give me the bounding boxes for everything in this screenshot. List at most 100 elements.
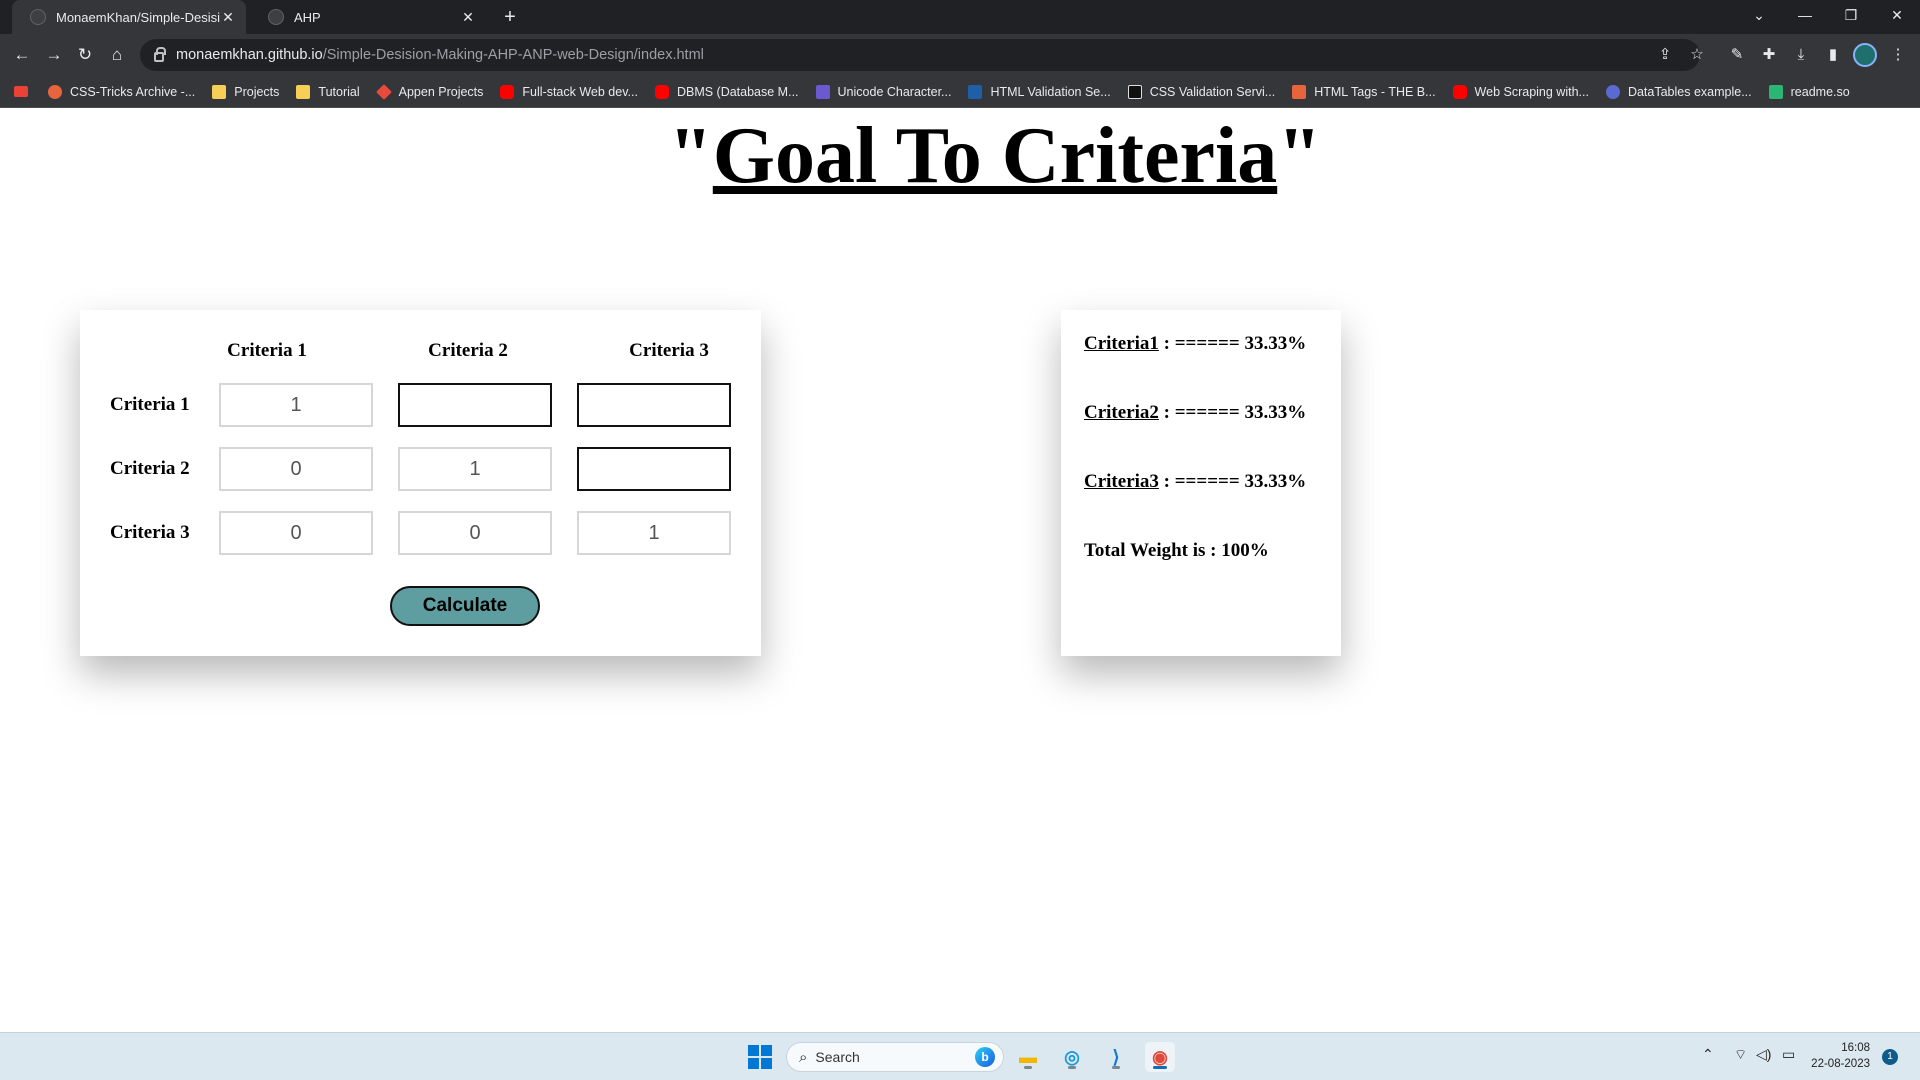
column-header: Criteria 1 (227, 340, 307, 361)
folder-icon (296, 84, 311, 99)
system-clock[interactable]: 16:08 22-08-2023 (1790, 1040, 1870, 1072)
bookmark-item[interactable]: Appen Projects (375, 83, 483, 100)
bookmark-item[interactable]: HTML Tags - THE B... (1292, 84, 1436, 99)
row-header: Criteria 3 (110, 522, 190, 543)
bookmark-icon (1605, 84, 1620, 99)
close-icon[interactable]: ✕ (460, 9, 476, 26)
page-title: "Goal To Criteria" (668, 112, 1322, 200)
matrix-input-1-3[interactable] (577, 383, 731, 427)
menu-icon[interactable]: ⋮ (1886, 43, 1910, 67)
matrix-cell-3-1: 0 (219, 511, 373, 555)
calculate-button[interactable]: Calculate (390, 586, 540, 626)
lock-icon[interactable] (154, 47, 166, 62)
back-icon[interactable]: ← (10, 43, 34, 67)
windows-taskbar: ⌕ Search b ▬ ◎ ⟩ ◉ ⌃ ⌔ ◁) ▭ 16:08 22-08-… (0, 1032, 1920, 1080)
download-icon[interactable]: ⤓ (1789, 43, 1813, 67)
browser-tab-strip: MonaemKhan/Simple-Desision-M ✕ AHP ✕ + ⌄… (0, 0, 1920, 34)
bookmark-icon (815, 84, 830, 99)
bookmark-item[interactable]: Unicode Character... (815, 84, 951, 99)
folder-icon (212, 84, 227, 99)
page-content: "Goal To Criteria" Criteria 1 Criteria 2… (0, 108, 1920, 1032)
result-criteria-3: Criteria3 : ====== 33.33% (1084, 471, 1307, 492)
youtube-icon (500, 84, 515, 99)
taskbar-search[interactable]: ⌕ Search b (786, 1042, 1004, 1072)
bookmark-icon (1127, 84, 1142, 99)
column-header: Criteria 2 (428, 340, 508, 361)
youtube-icon (654, 84, 669, 99)
bookmark-item[interactable]: readme.so (1768, 84, 1850, 99)
minimize-button[interactable]: — (1782, 0, 1828, 34)
tab-title: MonaemKhan/Simple-Desision-M (56, 9, 220, 25)
row-header: Criteria 2 (110, 458, 190, 479)
volume-icon[interactable]: ◁) (1756, 1046, 1771, 1063)
url-path: /Simple-Desision-Making-AHP-ANP-web-Desi… (322, 47, 704, 63)
matrix-cell-1-1: 1 (219, 383, 373, 427)
search-placeholder: Search (815, 1049, 860, 1065)
matrix-input-2-3[interactable] (577, 447, 731, 491)
result-criteria-1: Criteria1 : ====== 33.33% (1084, 333, 1307, 354)
close-icon[interactable]: ✕ (220, 9, 236, 26)
side-panel-icon[interactable]: ▮ (1821, 43, 1845, 67)
bing-icon[interactable]: b (975, 1047, 995, 1067)
total-weight: Total Weight is : 100% (1084, 540, 1269, 561)
vscode-icon[interactable]: ⟩ (1101, 1042, 1131, 1072)
bookmark-item[interactable]: Web Scraping with... (1452, 84, 1589, 99)
bookmark-icon (1768, 84, 1783, 99)
chevron-up-icon[interactable]: ⌃ (1702, 1046, 1714, 1063)
bookmark-icon (1292, 84, 1307, 99)
bookmark-item[interactable]: CSS Validation Servi... (1127, 84, 1275, 99)
bookmark-item[interactable]: CSS-Tricks Archive -... (48, 84, 195, 99)
eyedropper-icon[interactable]: ✎ (1725, 43, 1749, 67)
results-card: Criteria1 : ====== 33.33% Criteria2 : ==… (1061, 310, 1341, 656)
matrix-cell-3-3: 1 (577, 511, 731, 555)
w3c-icon (968, 84, 983, 99)
bookmark-item[interactable]: Full-stack Web dev... (500, 84, 638, 99)
matrix-input-1-2[interactable] (398, 383, 552, 427)
tab-title: AHP (294, 9, 321, 25)
column-header: Criteria 3 (629, 340, 709, 361)
address-bar[interactable]: monaemkhan.github.io/Simple-Desision-Mak… (140, 39, 1700, 71)
matrix-cell-3-2: 0 (398, 511, 552, 555)
tab-ahp[interactable]: AHP ✕ (250, 0, 486, 34)
extensions-icon[interactable]: ✚ (1757, 43, 1781, 67)
bookmark-item[interactable]: DataTables example... (1605, 84, 1752, 99)
forward-icon[interactable]: → (42, 43, 66, 67)
chrome-icon[interactable]: ◉ (1145, 1042, 1175, 1072)
page-title-text: Goal To Criteria (712, 112, 1278, 200)
clock-date: 22-08-2023 (1811, 1058, 1870, 1070)
bookmarks-bar: CSS-Tricks Archive -... Projects Tutoria… (0, 76, 1920, 108)
matrix-cell-2-2: 1 (398, 447, 552, 491)
star-icon[interactable]: ☆ (1685, 43, 1709, 67)
search-icon: ⌕ (799, 1048, 808, 1066)
windows-start-icon[interactable] (748, 1045, 772, 1069)
matrix-cell-2-1: 0 (219, 447, 373, 491)
home-icon[interactable]: ⌂ (105, 43, 129, 67)
gmail-icon[interactable] (14, 86, 36, 97)
github-icon (30, 9, 46, 25)
browser-toolbar: ← → ↻ ⌂ monaemkhan.github.io/Simple-Desi… (0, 34, 1920, 76)
clock-time: 16:08 (1841, 1042, 1870, 1054)
reload-icon[interactable]: ↻ (73, 43, 97, 67)
bookmark-folder-tutorial[interactable]: Tutorial (296, 84, 360, 99)
bookmark-icon (375, 83, 392, 100)
edge-icon[interactable]: ◎ (1057, 1042, 1087, 1072)
chevron-down-icon[interactable]: ⌄ (1736, 0, 1782, 34)
new-tab-button[interactable]: + (498, 5, 522, 29)
close-window-button[interactable]: ✕ (1874, 0, 1920, 34)
share-icon[interactable]: ⇪ (1653, 43, 1677, 67)
youtube-icon (1452, 84, 1467, 99)
result-criteria-2: Criteria2 : ====== 33.33% (1084, 402, 1307, 423)
bookmark-folder-projects[interactable]: Projects (212, 84, 279, 99)
bookmark-icon (48, 84, 62, 99)
avatar[interactable] (1853, 43, 1877, 67)
row-header: Criteria 1 (110, 394, 190, 415)
file-explorer-icon[interactable]: ▬ (1013, 1042, 1043, 1072)
url-host: monaemkhan.github.io (176, 47, 323, 63)
bookmark-item[interactable]: DBMS (Database M... (654, 84, 799, 99)
tab-github[interactable]: MonaemKhan/Simple-Desision-M ✕ (12, 0, 246, 34)
globe-icon (268, 9, 284, 25)
wifi-icon[interactable]: ⌔ (1734, 1046, 1747, 1064)
bookmark-item[interactable]: HTML Validation Se... (968, 84, 1111, 99)
notification-badge[interactable]: 1 (1882, 1049, 1898, 1065)
restore-button[interactable]: ❐ (1828, 0, 1874, 34)
